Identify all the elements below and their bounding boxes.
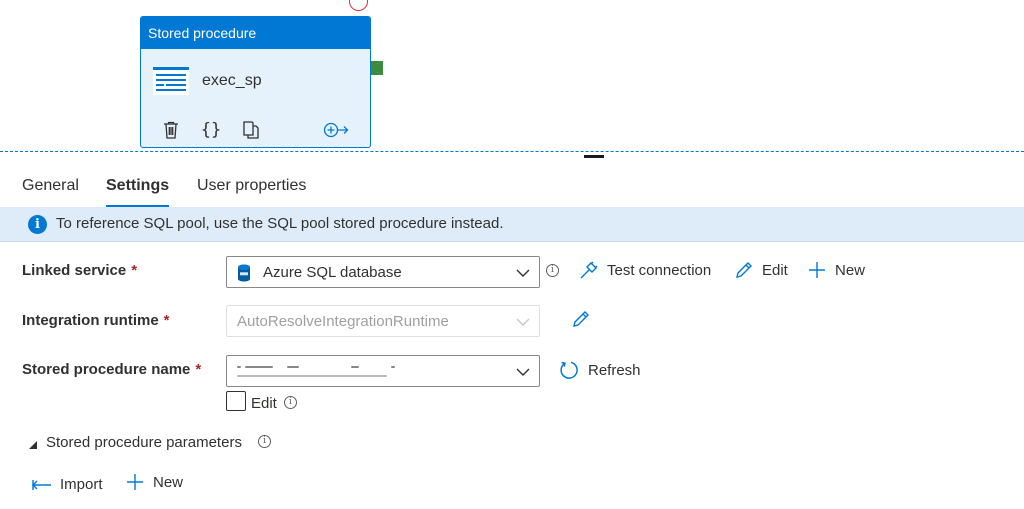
- stored-procedure-name-label: Stored procedure name *: [22, 361, 202, 378]
- edit-linked-service-button[interactable]: Edit: [734, 260, 788, 280]
- integration-runtime-label: Integration runtime *: [22, 312, 170, 329]
- edit-label: Edit: [762, 261, 788, 279]
- test-connection-button[interactable]: Test connection: [579, 260, 711, 280]
- tab-general[interactable]: General: [22, 177, 79, 195]
- tab-settings[interactable]: Settings: [106, 177, 169, 195]
- integration-runtime-dropdown[interactable]: AutoResolveIntegrationRuntime: [226, 305, 540, 337]
- resize-handle[interactable]: [584, 155, 604, 158]
- stored-procedure-icon: [153, 67, 189, 99]
- code-icon[interactable]: {}: [199, 117, 223, 143]
- add-output-icon[interactable]: [323, 117, 349, 143]
- test-connection-label: Test connection: [607, 261, 712, 279]
- linked-service-value: Azure SQL database: [263, 264, 402, 281]
- panel-splitter[interactable]: [0, 151, 1024, 152]
- new-parameter-label: New: [153, 473, 184, 491]
- failure-port[interactable]: [349, 0, 368, 11]
- activity-name: exec_sp: [202, 72, 262, 89]
- integration-runtime-value: AutoResolveIntegrationRuntime: [237, 313, 449, 330]
- copy-icon[interactable]: [241, 117, 261, 143]
- chevron-down-icon: [515, 315, 531, 332]
- linked-service-dropdown[interactable]: Azure SQL database: [226, 256, 540, 288]
- parameters-section-label[interactable]: Stored procedure parameters: [46, 434, 242, 451]
- info-icon: i: [28, 215, 47, 234]
- import-arrow-icon: [32, 479, 51, 490]
- info-banner: i To reference SQL pool, use the SQL poo…: [0, 207, 1024, 242]
- pencil-icon: [736, 262, 752, 278]
- pencil-icon: [573, 311, 589, 327]
- info-banner-text: To reference SQL pool, use the SQL pool …: [56, 215, 504, 232]
- tab-user-properties[interactable]: User properties: [197, 177, 306, 195]
- plug-icon: [580, 261, 598, 279]
- edit-info-icon[interactable]: i: [284, 396, 297, 409]
- refresh-icon: [560, 361, 578, 379]
- edit-integration-runtime-button[interactable]: [571, 309, 599, 329]
- refresh-label: Refresh: [588, 361, 641, 379]
- refresh-button[interactable]: Refresh: [558, 359, 641, 381]
- chevron-down-icon: [515, 266, 531, 283]
- import-button[interactable]: Import: [32, 476, 103, 493]
- activity-type-label: Stored procedure: [141, 17, 370, 49]
- new-label: New: [835, 261, 866, 279]
- activity-toolbar: {}: [141, 117, 370, 143]
- stored-procedure-name-dropdown[interactable]: [226, 355, 540, 387]
- azure-sql-icon: [237, 264, 251, 286]
- plus-icon: [809, 262, 825, 278]
- success-port[interactable]: [371, 61, 383, 75]
- pipeline-canvas[interactable]: Stored procedure exec_sp {}: [0, 0, 1024, 152]
- new-parameter-button[interactable]: New: [125, 472, 183, 492]
- chevron-down-icon: [515, 365, 531, 382]
- plus-icon: [127, 474, 143, 490]
- collapse-triangle-icon[interactable]: [28, 437, 38, 454]
- edit-checkbox[interactable]: [226, 391, 246, 411]
- linked-service-info-icon[interactable]: i: [546, 264, 559, 277]
- import-label: Import: [60, 476, 103, 493]
- activity-card[interactable]: Stored procedure exec_sp {}: [140, 16, 371, 148]
- linked-service-label: Linked service *: [22, 262, 138, 279]
- delete-icon[interactable]: [161, 117, 181, 143]
- edit-checkbox-label: Edit: [251, 395, 277, 412]
- new-linked-service-button[interactable]: New: [807, 260, 865, 280]
- parameters-info-icon[interactable]: i: [258, 435, 271, 448]
